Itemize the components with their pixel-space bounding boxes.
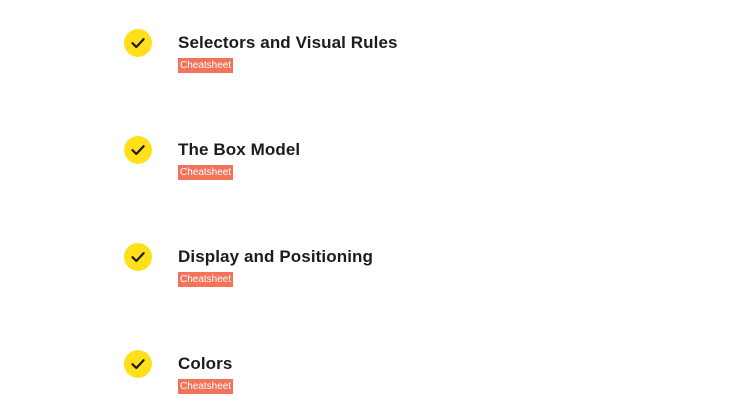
lesson-item: Selectors and Visual Rules Cheatsheet bbox=[124, 29, 624, 89]
check-circle-icon bbox=[124, 350, 152, 378]
lesson-title[interactable]: Display and Positioning bbox=[178, 247, 373, 267]
cheatsheet-tag[interactable]: Cheatsheet bbox=[178, 272, 234, 287]
lesson-title[interactable]: The Box Model bbox=[178, 140, 300, 160]
lesson-item: The Box Model Cheatsheet bbox=[124, 136, 624, 196]
cheatsheet-tag[interactable]: Cheatsheet bbox=[178, 379, 234, 394]
check-circle-icon bbox=[124, 136, 152, 164]
cheatsheet-tag[interactable]: Cheatsheet bbox=[178, 58, 234, 73]
lesson-item: Display and Positioning Cheatsheet bbox=[124, 243, 624, 303]
cheatsheet-tag[interactable]: Cheatsheet bbox=[178, 165, 234, 180]
check-circle-icon bbox=[124, 243, 152, 271]
lesson-list: Selectors and Visual Rules Cheatsheet Th… bbox=[0, 0, 753, 409]
lesson-item: Colors Cheatsheet bbox=[124, 350, 624, 410]
check-circle-icon bbox=[124, 29, 152, 57]
lesson-title[interactable]: Colors bbox=[178, 354, 232, 374]
lesson-title[interactable]: Selectors and Visual Rules bbox=[178, 33, 398, 53]
